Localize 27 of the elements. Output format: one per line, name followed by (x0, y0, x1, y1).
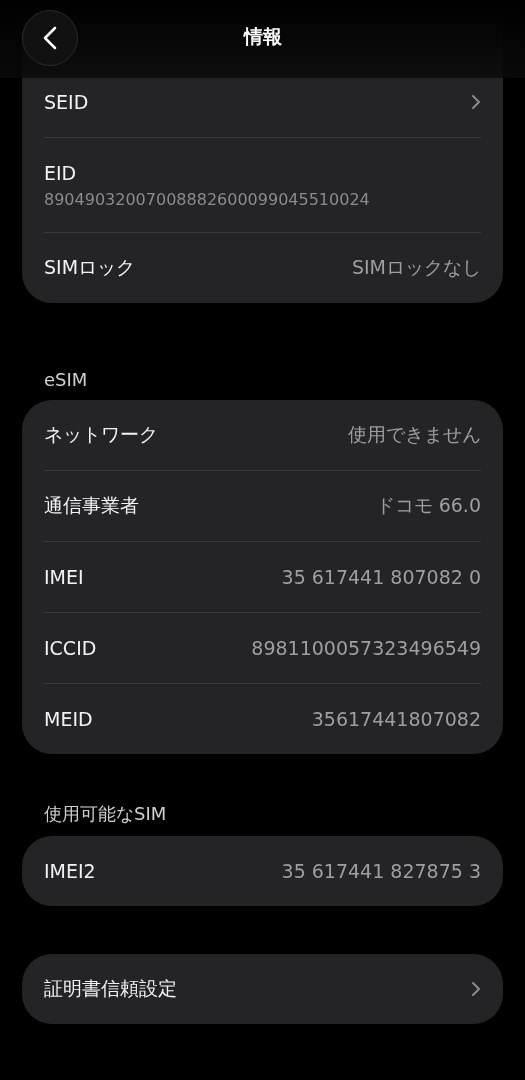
row-label: SIMロック (44, 255, 136, 280)
section-title: eSIM (43, 368, 89, 392)
page-title: 情報 (242, 24, 283, 49)
row-label: 通信事業者 (44, 493, 139, 518)
row-value: 35617441807082 (311, 708, 481, 730)
section-title: 使用可能なSIM (43, 802, 168, 826)
settings-row[interactable]: SEID (44, 66, 481, 138)
back-button[interactable] (22, 10, 78, 66)
row-value: ドコモ 66.0 (375, 493, 481, 518)
row-label: MEID (44, 708, 93, 730)
row-value: SIMロックなし (351, 255, 481, 280)
row-value: 89049032007008882600099045510024 (44, 189, 370, 209)
row-value: 35 617441 827875 3 (281, 860, 481, 882)
settings-row[interactable]: 証明書信頼設定 (44, 954, 481, 1024)
row-label: SEID (44, 91, 89, 113)
row-label: EID (44, 161, 77, 184)
row-label: 証明書信頼設定 (44, 976, 177, 1001)
row-value: 35 617441 807082 0 (281, 566, 481, 588)
row-label: IMEI (44, 566, 84, 588)
chevron-icon (471, 981, 481, 997)
chevron-icon (471, 94, 481, 110)
row-value: 使用できません (348, 422, 481, 447)
row-label: IMEI2 (44, 860, 96, 882)
row-value: 8981100057323496549 (251, 637, 481, 659)
back-icon (43, 26, 57, 50)
row-label: ネットワーク (44, 422, 158, 447)
row-label: ICCID (44, 637, 97, 659)
